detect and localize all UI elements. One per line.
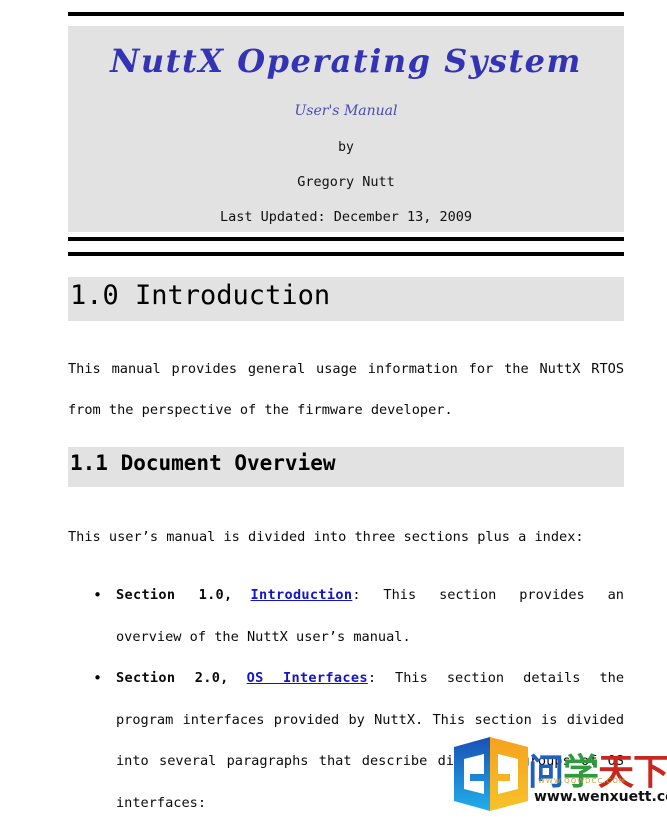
divider-rule-upper	[68, 237, 624, 241]
list-item-label: Section 2.0,	[116, 670, 229, 686]
intro-paragraph: This manual provides general usage infor…	[68, 361, 624, 418]
list-item-label: Section 1.0,	[116, 587, 233, 603]
last-updated-text: Last Updated: December 13, 2009	[220, 209, 472, 226]
top-horizontal-rule	[68, 12, 624, 16]
bullet-marker: •	[93, 586, 103, 604]
list-item-text: : This section details the program inter…	[116, 670, 625, 811]
author-name: Gregory Nutt	[297, 174, 395, 191]
section-heading-1-1-label: 1.1 Document Overview	[70, 451, 336, 475]
page-title: NuttX Operating System	[110, 42, 582, 80]
bullet-marker: •	[93, 669, 103, 687]
link-os-interfaces[interactable]: OS Interfaces	[247, 670, 368, 686]
section-list: • Section 1.0, Introduction : This section…	[68, 575, 624, 824]
document-page: NuttX Operating System User's Manual by …	[0, 0, 667, 817]
watermark-char-4: 下	[633, 752, 667, 793]
list-item: • Section 1.0, Introduction: This section…	[68, 575, 624, 658]
overview-paragraph: This user’s manual is divided into three…	[68, 529, 584, 545]
title-block: NuttX Operating System User's Manual by …	[68, 26, 624, 232]
list-item: • Section 2.0, OS Interfaces: This sectio…	[68, 658, 624, 824]
divider-rule-lower	[68, 252, 624, 256]
section-heading-1-0-label: 1.0 Introduction	[70, 280, 331, 311]
byline-label: by	[338, 140, 354, 156]
document-subtitle: User's Manual	[294, 103, 398, 120]
section-heading-1-0: 1.0 Introduction	[68, 277, 624, 321]
link-introduction[interactable]: Introduction	[251, 587, 353, 603]
section-heading-1-1: 1.1 Document Overview	[68, 447, 624, 487]
